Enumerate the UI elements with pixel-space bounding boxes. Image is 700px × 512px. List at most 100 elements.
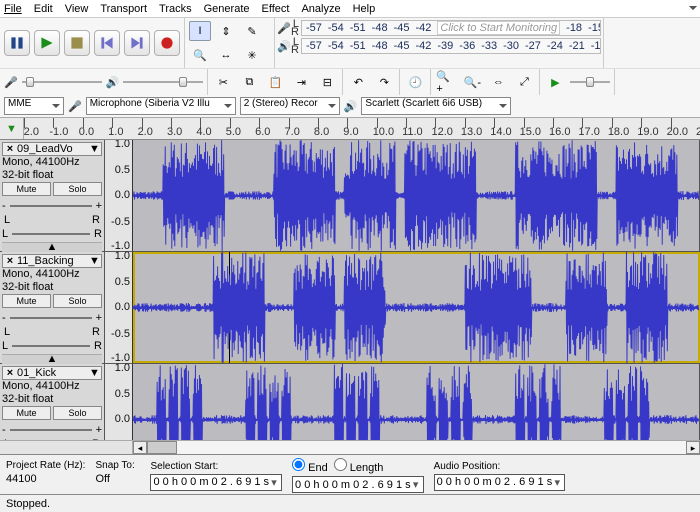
gain-slider[interactable]: -+ bbox=[2, 422, 102, 438]
zoom-out-button[interactable]: 🔍- bbox=[461, 72, 483, 92]
end-radio[interactable]: End bbox=[292, 458, 328, 474]
solo-button[interactable]: Solo bbox=[53, 406, 102, 420]
playback-meter[interactable]: -57-54-51-48-45-42-39-36-33-30-27-24-21-… bbox=[301, 38, 601, 54]
playback-device-select[interactable]: Scarlett (Scarlett 6i6 USB) bbox=[361, 97, 511, 115]
scroll-left-button[interactable]: ◂ bbox=[133, 441, 147, 454]
track-name[interactable]: 01_Kick bbox=[17, 367, 56, 379]
gain-slider[interactable]: -+ bbox=[2, 310, 102, 326]
speaker-icon: 🔊 bbox=[106, 76, 120, 89]
audio-host-select[interactable]: MME bbox=[4, 97, 64, 115]
project-rate-select[interactable]: 44100 bbox=[6, 473, 61, 491]
recording-meter[interactable]: -57-54-51-48-45-42Click to Start Monitor… bbox=[301, 20, 601, 36]
close-track-button[interactable]: × bbox=[5, 367, 15, 379]
mute-button[interactable]: Mute bbox=[2, 182, 51, 196]
mic-icon: 🎤 bbox=[277, 22, 291, 35]
menu-view[interactable]: View bbox=[65, 3, 89, 15]
menu-analyze[interactable]: Analyze bbox=[301, 3, 340, 15]
selection-start-field[interactable]: 0 0 h 0 0 m 0 2 . 6 9 1 s▾ bbox=[150, 474, 282, 491]
menu-effect[interactable]: Effect bbox=[262, 3, 290, 15]
paste-button[interactable]: 📋 bbox=[264, 72, 286, 92]
track-control-panel: × 01_Kick ▼ Mono, 44100Hz 32-bit float M… bbox=[0, 364, 105, 440]
track: × 09_LeadVo ▼ Mono, 44100Hz 32-bit float… bbox=[0, 140, 700, 252]
multi-tool[interactable]: ✳ bbox=[241, 45, 263, 65]
close-track-button[interactable]: × bbox=[5, 143, 15, 155]
play-speed-button[interactable]: ▶ bbox=[544, 72, 566, 92]
zoom-tool[interactable]: 🔍 bbox=[189, 45, 211, 65]
collapse-button[interactable]: ▲ bbox=[2, 242, 102, 252]
selection-toolbar: Project Rate (Hz): 44100 Snap To: Off Se… bbox=[0, 454, 700, 494]
selection-start-label: Selection Start: bbox=[150, 461, 282, 472]
audio-position-field[interactable]: 0 0 h 0 0 m 0 2 . 6 9 1 s▾ bbox=[434, 474, 566, 491]
mic-icon: 🎤 bbox=[68, 100, 82, 113]
waveform[interactable] bbox=[133, 140, 700, 251]
horizontal-scrollbar[interactable]: ◂ ▸ bbox=[0, 440, 700, 454]
menu-generate[interactable]: Generate bbox=[204, 3, 250, 15]
redo-button[interactable]: ↷ bbox=[373, 72, 395, 92]
play-volume-slider[interactable] bbox=[123, 76, 203, 88]
menu-file[interactable]: File bbox=[4, 3, 22, 15]
menu-edit[interactable]: Edit bbox=[34, 3, 53, 15]
mute-button[interactable]: Mute bbox=[2, 406, 51, 420]
sync-lock-button[interactable]: 🕘 bbox=[404, 72, 426, 92]
solo-button[interactable]: Solo bbox=[53, 182, 102, 196]
pause-button[interactable] bbox=[4, 30, 30, 56]
vertical-scale[interactable]: 1.0 0.5 0.0 -0.5 -1.0 bbox=[105, 140, 133, 251]
silence-button[interactable]: ⊟ bbox=[316, 72, 338, 92]
track-menu-button[interactable]: ▼ bbox=[89, 143, 99, 155]
waveform[interactable] bbox=[133, 252, 700, 363]
track-name[interactable]: 11_Backing bbox=[17, 255, 74, 267]
trim-button[interactable]: ⇥ bbox=[290, 72, 312, 92]
mic-icon: 🎤 bbox=[4, 76, 18, 89]
fit-project-button[interactable]: ⤢ bbox=[513, 72, 535, 92]
undo-button[interactable]: ↶ bbox=[347, 72, 369, 92]
skip-start-button[interactable] bbox=[94, 30, 120, 56]
playback-speed-slider[interactable] bbox=[570, 76, 610, 88]
stop-button[interactable] bbox=[64, 30, 90, 56]
scroll-right-button[interactable]: ▸ bbox=[686, 441, 700, 454]
waveform[interactable] bbox=[133, 364, 700, 440]
play-button[interactable] bbox=[34, 30, 60, 56]
vertical-scale[interactable]: 1.0 0.5 0.0 -0.5 -1.0 bbox=[105, 252, 133, 363]
recording-device-select[interactable]: Microphone (Siberia V2 Illu bbox=[86, 97, 236, 115]
selection-end-field[interactable]: 0 0 h 0 0 m 0 2 . 6 9 1 s▾ bbox=[292, 476, 424, 493]
track-name[interactable]: 09_LeadVo bbox=[17, 143, 73, 155]
time-ruler[interactable]: -2.0-1.00.01.02.03.04.05.06.07.08.09.010… bbox=[24, 118, 700, 139]
menu-tracks[interactable]: Tracks bbox=[159, 3, 192, 15]
track-menu-button[interactable]: ▼ bbox=[89, 367, 99, 379]
vertical-scale[interactable]: 1.0 0.5 0.0 -0.5 -1.0 bbox=[105, 364, 133, 440]
rec-volume-slider[interactable] bbox=[22, 76, 102, 88]
transport-toolbar bbox=[0, 18, 185, 68]
menu-help[interactable]: Help bbox=[353, 3, 376, 15]
cut-button[interactable]: ✂ bbox=[212, 72, 234, 92]
envelope-tool[interactable]: ⇕ bbox=[215, 21, 237, 41]
track: × 01_Kick ▼ Mono, 44100Hz 32-bit float M… bbox=[0, 364, 700, 440]
record-button[interactable] bbox=[154, 30, 180, 56]
zoom-in-button[interactable]: 🔍+ bbox=[435, 72, 457, 92]
recording-channels-select[interactable]: 2 (Stereo) Recor bbox=[240, 97, 340, 115]
toolbar-area: I ⇕ ✎ 🔍 ↔ ✳ 🎤 LR -57-54-51-48-45-42Click… bbox=[0, 18, 700, 118]
menu-transport[interactable]: Transport bbox=[100, 3, 147, 15]
pan-slider[interactable]: LR bbox=[2, 338, 102, 354]
fit-selection-button[interactable]: ⇔ bbox=[487, 72, 509, 92]
device-toolbar: MME 🎤 Microphone (Siberia V2 Illu 2 (Ste… bbox=[0, 95, 700, 117]
pin-icon[interactable]: ▼ bbox=[0, 118, 24, 139]
copy-button[interactable]: ⧉ bbox=[238, 72, 260, 92]
timeshift-tool[interactable]: ↔ bbox=[215, 45, 237, 65]
draw-tool[interactable]: ✎ bbox=[241, 21, 263, 41]
mixer-toolbar: 🎤 🔊 bbox=[0, 69, 208, 95]
meters-toolbar: 🎤 LR -57-54-51-48-45-42Click to Start Mo… bbox=[275, 18, 604, 68]
skip-end-button[interactable] bbox=[124, 30, 150, 56]
close-track-button[interactable]: × bbox=[5, 255, 15, 267]
collapse-button[interactable]: ▲ bbox=[2, 354, 102, 364]
length-radio[interactable]: Length bbox=[334, 458, 384, 474]
track: × 11_Backing ▼ Mono, 44100Hz 32-bit floa… bbox=[0, 252, 700, 364]
edit-toolbar: ✂ ⧉ 📋 ⇥ ⊟ bbox=[208, 69, 343, 95]
mute-button[interactable]: Mute bbox=[2, 294, 51, 308]
track-bitdepth: 32-bit float bbox=[2, 393, 102, 406]
selection-tool[interactable]: I bbox=[189, 21, 211, 41]
gain-slider[interactable]: -+ bbox=[2, 198, 102, 214]
snap-to-select[interactable]: Off bbox=[95, 473, 140, 491]
track-menu-button[interactable]: ▼ bbox=[89, 255, 99, 267]
solo-button[interactable]: Solo bbox=[53, 294, 102, 308]
pan-slider[interactable]: LR bbox=[2, 226, 102, 242]
